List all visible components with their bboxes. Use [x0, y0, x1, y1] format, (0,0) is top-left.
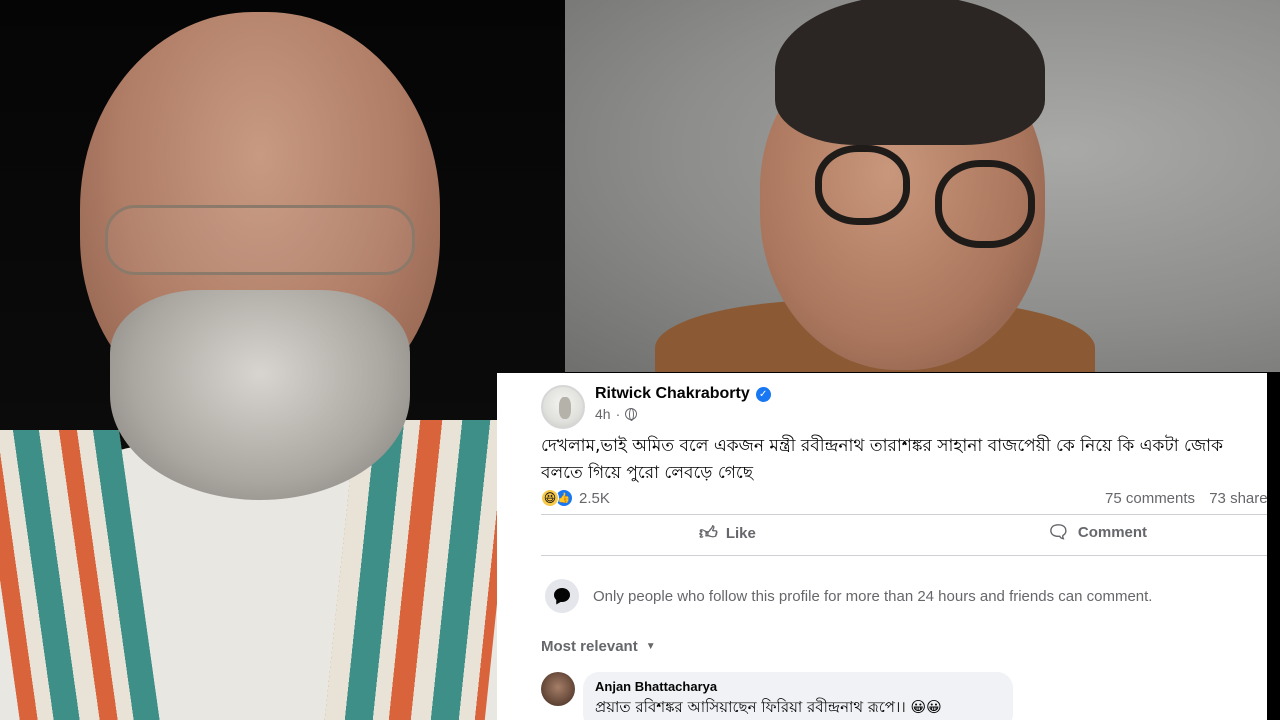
post-meta: 4h · [595, 406, 771, 422]
comment-button[interactable]: 🗨︎ Comment [1047, 522, 1147, 543]
sort-label: Most relevant [541, 638, 638, 655]
like-label: Like [725, 524, 756, 542]
post-header: Ritwick Chakraborty ✓ 4h · [541, 385, 771, 429]
globe-icon[interactable] [625, 408, 638, 421]
verified-badge-icon: ✓ [755, 386, 771, 402]
right-person-glasses-right-lens [935, 160, 1035, 248]
author-row: Ritwick Chakraborty ✓ [595, 385, 771, 403]
comment-icon: 🗨︎ [1047, 522, 1070, 542]
comment-restriction-text: Only people who follow this profile for … [593, 587, 1153, 605]
chevron-down-icon: ▼ [645, 641, 656, 652]
right-person-glasses-left-lens [815, 145, 910, 225]
reaction-count: 2.5K [579, 489, 610, 507]
author-block: Ritwick Chakraborty ✓ 4h · [595, 385, 771, 422]
left-person-beard [110, 290, 410, 500]
reactions-summary[interactable]: 😆 👍 2.5K [541, 489, 610, 507]
haha-icon: 😆 [541, 489, 559, 507]
post-text: দেখলাম,ভাই অমিত বলে একজন মন্ত্রী রবীন্দ্… [541, 436, 1223, 483]
post-actions-bar: 👍︎ Like 🗨︎ Comment [541, 517, 1267, 551]
right-person-photo [565, 0, 1280, 372]
comment-restriction-notice: Only people who follow this profile for … [545, 579, 1152, 613]
right-person-hair [775, 0, 1045, 145]
author-name[interactable]: Ritwick Chakraborty [595, 385, 750, 403]
comments-count[interactable]: 75 comments [1105, 490, 1195, 507]
divider [541, 555, 1267, 556]
comment-sort-dropdown[interactable]: Most relevant ▼ [541, 638, 656, 655]
comment-text: প্রয়াত রবিশঙ্কর আসিয়াছেন ফিরিয়া রবীন্… [595, 698, 942, 716]
commenter-name[interactable]: Anjan Bhattacharya [595, 679, 999, 694]
comment-bubble: Anjan Bhattacharya প্রয়াত রবিশঙ্কর আসিয… [583, 672, 1013, 720]
divider [541, 514, 1267, 515]
shares-count[interactable]: 73 shares [1209, 490, 1267, 507]
post-timestamp[interactable]: 4h [595, 406, 611, 422]
engagement-counts: 75 comments 73 shares [1105, 490, 1267, 507]
left-person-photo [0, 0, 565, 720]
speech-bubble-icon [545, 579, 579, 613]
author-avatar[interactable] [541, 385, 585, 429]
comment-item: Anjan Bhattacharya প্রয়াত রবিশঙ্কর আসিয… [541, 672, 1013, 720]
comment-label: Comment [1077, 524, 1148, 541]
thumbs-up-icon: 👍︎ [699, 523, 718, 543]
facebook-post-card: Ritwick Chakraborty ✓ 4h · দেখলাম,ভাই অম… [497, 373, 1267, 720]
commenter-avatar[interactable] [541, 672, 575, 706]
meta-separator: · [615, 406, 621, 422]
like-button[interactable]: 👍︎ Like [699, 522, 756, 544]
left-person-glasses [105, 205, 415, 275]
